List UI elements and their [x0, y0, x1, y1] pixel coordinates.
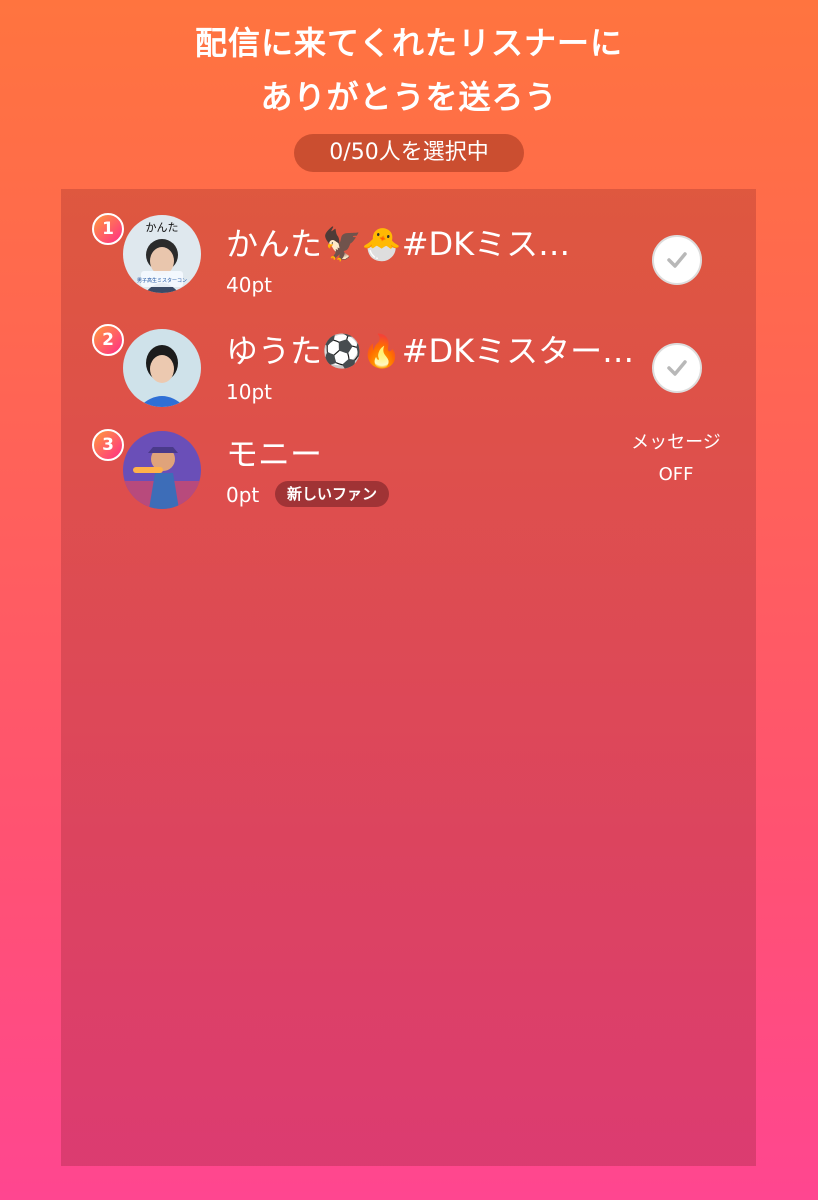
message-status-value: OFF — [658, 464, 694, 485]
rank-badge: 1 — [92, 213, 124, 245]
message-off-status: メッセージ OFF — [621, 427, 731, 491]
list-item[interactable]: 2 ゆうた⚽🔥#DKミスター… 10pt — [61, 316, 756, 416]
listener-points: 0pt — [226, 483, 260, 507]
rank-badge: 2 — [92, 324, 124, 356]
select-check-button[interactable] — [652, 343, 702, 393]
title-line-1: 配信に来てくれたリスナーに — [194, 24, 624, 62]
avatar: かんた 男子高生ミスターコン — [123, 215, 201, 293]
selection-count-badge: 0/50人を選択中 — [294, 134, 524, 172]
avatar-text: かんた — [146, 221, 179, 234]
avatar — [123, 329, 201, 407]
list-item[interactable]: 3 モニー 0pt 新しいファン メッセージ OFF — [61, 425, 756, 525]
page-title: 配信に来てくれたリスナーに ありがとうを送ろう — [0, 16, 818, 124]
listener-name: かんた🦅🐣#DKミス… — [226, 225, 571, 263]
avatar — [123, 431, 201, 509]
avatar-caption: 男子高生ミスターコン — [137, 277, 187, 284]
list-item[interactable]: かんた 男子高生ミスターコン 1 かんた🦅🐣#DKミス… 40pt — [61, 209, 756, 309]
message-status-label: メッセージ — [631, 432, 721, 453]
listener-name: モニー — [226, 435, 323, 473]
rank-badge: 3 — [92, 429, 124, 461]
title-line-2: ありがとうを送ろう — [260, 78, 558, 116]
select-check-button[interactable] — [652, 235, 702, 285]
new-fan-badge: 新しいファン — [275, 481, 390, 507]
check-icon — [667, 252, 687, 268]
listener-points: 40pt — [226, 273, 272, 297]
listener-name: ゆうた⚽🔥#DKミスター… — [226, 332, 635, 370]
listener-points: 10pt — [226, 380, 272, 404]
check-icon — [667, 360, 687, 376]
listener-list: かんた 男子高生ミスターコン 1 かんた🦅🐣#DKミス… 40pt 2 ゆうた⚽… — [61, 189, 756, 1166]
